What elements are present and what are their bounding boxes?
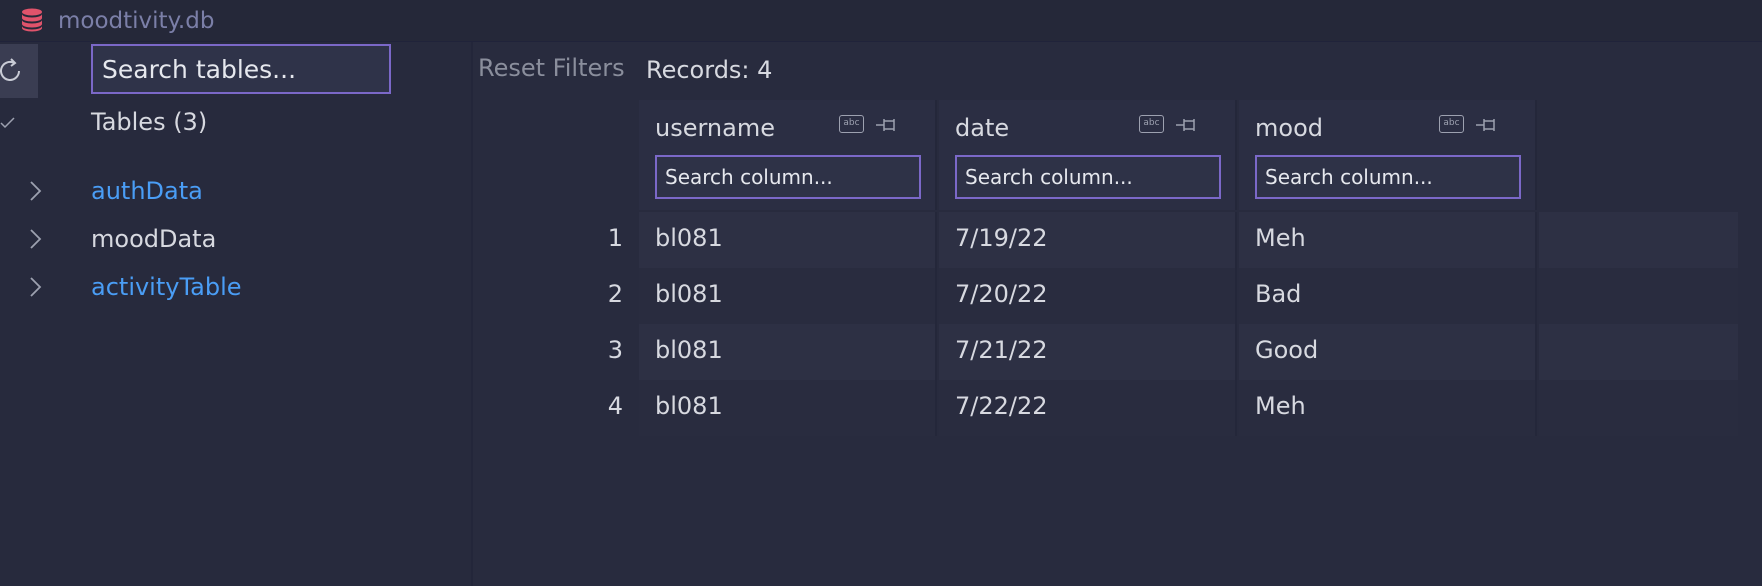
- chevron-right-icon[interactable]: [28, 228, 42, 250]
- row-filler: [1539, 268, 1738, 324]
- data-view: Reset Filters Records: 4 username abc da…: [473, 42, 1762, 586]
- column-header-username[interactable]: username abc: [639, 100, 937, 210]
- search-tables-input[interactable]: [91, 44, 391, 94]
- row-filler: [1539, 324, 1738, 380]
- chevron-right-icon[interactable]: [28, 180, 42, 202]
- records-count: Records: 4: [646, 56, 773, 84]
- row-filler: [1539, 380, 1738, 436]
- column-search-input[interactable]: [655, 155, 921, 199]
- table-row[interactable]: 3 bl081 7/21/22 Good: [473, 324, 1743, 380]
- type-abc-icon: abc: [1439, 115, 1464, 133]
- cell-date[interactable]: 7/20/22: [939, 268, 1237, 324]
- table-item-activityTable[interactable]: activityTable: [0, 269, 470, 309]
- table-row[interactable]: 4 bl081 7/22/22 Meh: [473, 380, 1743, 436]
- cell-mood[interactable]: Good: [1239, 324, 1537, 380]
- cell-date[interactable]: 7/22/22: [939, 380, 1237, 436]
- title-bar: moodtivity.db: [0, 0, 1762, 42]
- window-title: moodtivity.db: [58, 8, 215, 34]
- table-item-label[interactable]: activityTable: [91, 273, 242, 301]
- pin-icon[interactable]: [875, 115, 901, 135]
- refresh-icon: [0, 58, 20, 81]
- column-header-mood[interactable]: mood abc: [1239, 100, 1537, 210]
- column-search-input[interactable]: [955, 155, 1221, 199]
- cell-mood[interactable]: Meh: [1239, 212, 1537, 268]
- row-number: 4: [607, 392, 623, 420]
- cell-mood[interactable]: Bad: [1239, 268, 1537, 324]
- column-name[interactable]: username: [655, 114, 775, 142]
- row-number: 2: [607, 280, 623, 308]
- column-header-date[interactable]: date abc: [939, 100, 1237, 210]
- chevron-right-icon[interactable]: [28, 276, 42, 298]
- table-row[interactable]: 1 bl081 7/19/22 Meh: [473, 212, 1743, 268]
- row-number: 1: [607, 224, 623, 252]
- table-item-moodData[interactable]: moodData: [0, 221, 470, 261]
- row-number: 3: [607, 336, 623, 364]
- cell-date[interactable]: 7/21/22: [939, 324, 1237, 380]
- type-abc-icon: abc: [1139, 115, 1164, 133]
- cell-mood[interactable]: Meh: [1239, 380, 1537, 436]
- cell-date[interactable]: 7/19/22: [939, 212, 1237, 268]
- table-item-label[interactable]: authData: [91, 177, 203, 205]
- cell-username[interactable]: bl081: [639, 268, 937, 324]
- check-icon: [0, 117, 15, 129]
- pin-icon[interactable]: [1175, 115, 1201, 135]
- column-name[interactable]: mood: [1255, 114, 1323, 142]
- table-item-authData[interactable]: authData: [0, 173, 470, 213]
- row-filler: [1539, 212, 1738, 268]
- table-row[interactable]: 2 bl081 7/20/22 Bad: [473, 268, 1743, 324]
- pin-icon[interactable]: [1475, 115, 1501, 135]
- reset-filters-button[interactable]: Reset Filters: [478, 54, 625, 82]
- cell-username[interactable]: bl081: [639, 324, 937, 380]
- refresh-button[interactable]: [0, 44, 38, 98]
- type-abc-icon: abc: [839, 115, 864, 133]
- cell-username[interactable]: bl081: [639, 212, 937, 268]
- table-item-label[interactable]: moodData: [91, 225, 216, 253]
- cell-username[interactable]: bl081: [639, 380, 937, 436]
- column-name[interactable]: date: [955, 114, 1009, 142]
- column-search-input[interactable]: [1255, 155, 1521, 199]
- tables-header[interactable]: Tables (3): [91, 108, 207, 136]
- database-icon: [22, 8, 42, 32]
- sidebar: Tables (3) authData moodData activityTab…: [0, 42, 471, 586]
